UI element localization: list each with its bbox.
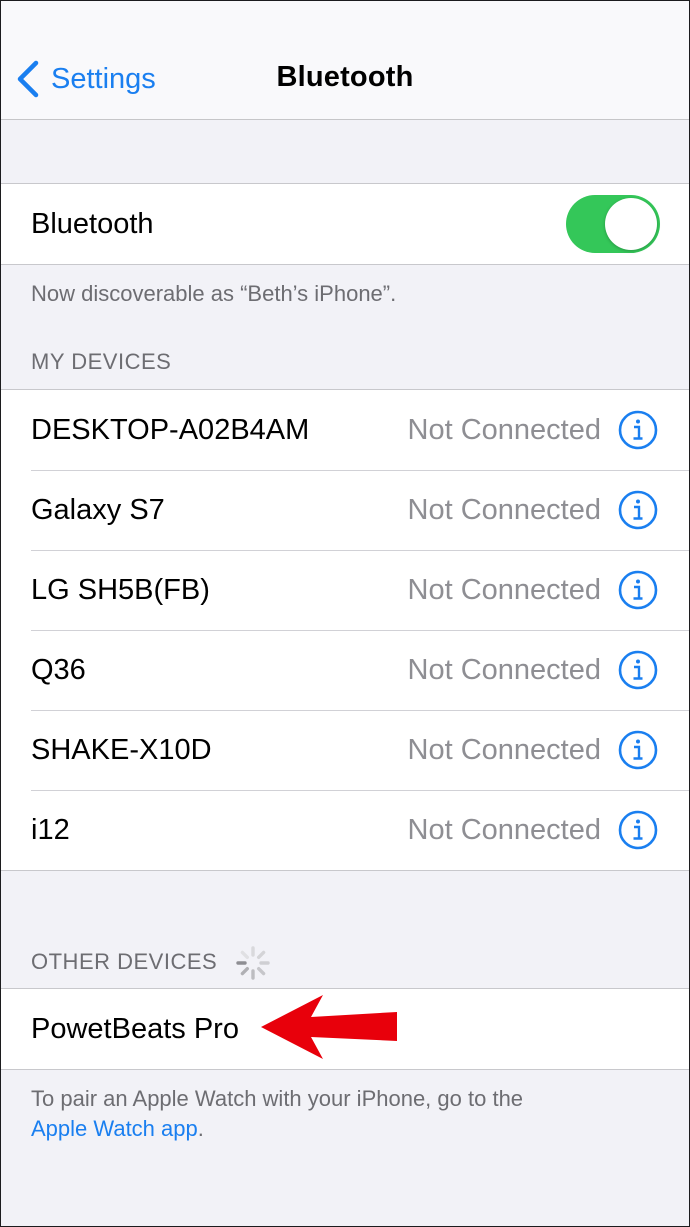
device-status: Not Connected bbox=[407, 413, 601, 446]
footer-text: To pair an Apple Watch with your iPhone,… bbox=[31, 1086, 524, 1111]
toggle-knob bbox=[605, 198, 657, 250]
page-title: Bluetooth bbox=[276, 61, 414, 93]
bluetooth-toggle-group: Bluetooth bbox=[1, 183, 689, 265]
device-name: Galaxy S7 bbox=[31, 493, 165, 526]
info-circle-icon[interactable] bbox=[617, 809, 659, 851]
discoverable-text: Now discoverable as “Beth’s iPhone”. bbox=[31, 281, 397, 306]
activity-spinner-icon bbox=[236, 946, 270, 980]
device-row[interactable]: Galaxy S7 Not Connected bbox=[1, 470, 689, 550]
device-name: SHAKE-X10D bbox=[31, 733, 212, 766]
device-status: Not Connected bbox=[407, 653, 601, 686]
device-name: LG SH5B(FB) bbox=[31, 573, 210, 606]
device-row[interactable]: SHAKE-X10D Not Connected bbox=[1, 710, 689, 790]
device-row[interactable]: i12 Not Connected bbox=[1, 790, 689, 870]
bluetooth-toggle[interactable] bbox=[566, 195, 660, 253]
apple-watch-app-link[interactable]: Apple Watch app bbox=[31, 1116, 198, 1141]
device-status: Not Connected bbox=[407, 493, 601, 526]
navigation-bar: Settings Bluetooth bbox=[1, 1, 689, 120]
device-status: Not Connected bbox=[407, 813, 601, 846]
device-name: i12 bbox=[31, 813, 70, 846]
info-circle-icon[interactable] bbox=[617, 649, 659, 691]
my-devices-list: DESKTOP-A02B4AM Not Connected Galaxy S7 … bbox=[1, 389, 689, 871]
device-row[interactable]: Q36 Not Connected bbox=[1, 630, 689, 710]
my-devices-header: MY DEVICES bbox=[31, 349, 172, 374]
other-devices-header: OTHER DEVICES bbox=[31, 949, 218, 974]
device-status: Not Connected bbox=[407, 733, 601, 766]
bluetooth-row: Bluetooth bbox=[1, 184, 689, 264]
red-arrow-left-icon bbox=[261, 995, 397, 1059]
device-row[interactable]: DESKTOP-A02B4AM Not Connected bbox=[1, 390, 689, 470]
device-status: Not Connected bbox=[407, 573, 601, 606]
info-circle-icon[interactable] bbox=[617, 409, 659, 451]
info-circle-icon[interactable] bbox=[617, 569, 659, 611]
device-name: Q36 bbox=[31, 653, 86, 686]
footer-suffix: . bbox=[197, 1116, 204, 1141]
apple-watch-footer: To pair an Apple Watch with your iPhone,… bbox=[31, 1084, 671, 1144]
bluetooth-settings-screen: Settings Bluetooth Bluetooth Now discove… bbox=[0, 0, 690, 1227]
device-row[interactable]: LG SH5B(FB) Not Connected bbox=[1, 550, 689, 630]
device-name: DESKTOP-A02B4AM bbox=[31, 413, 310, 446]
info-circle-icon[interactable] bbox=[617, 729, 659, 771]
info-circle-icon[interactable] bbox=[617, 489, 659, 531]
